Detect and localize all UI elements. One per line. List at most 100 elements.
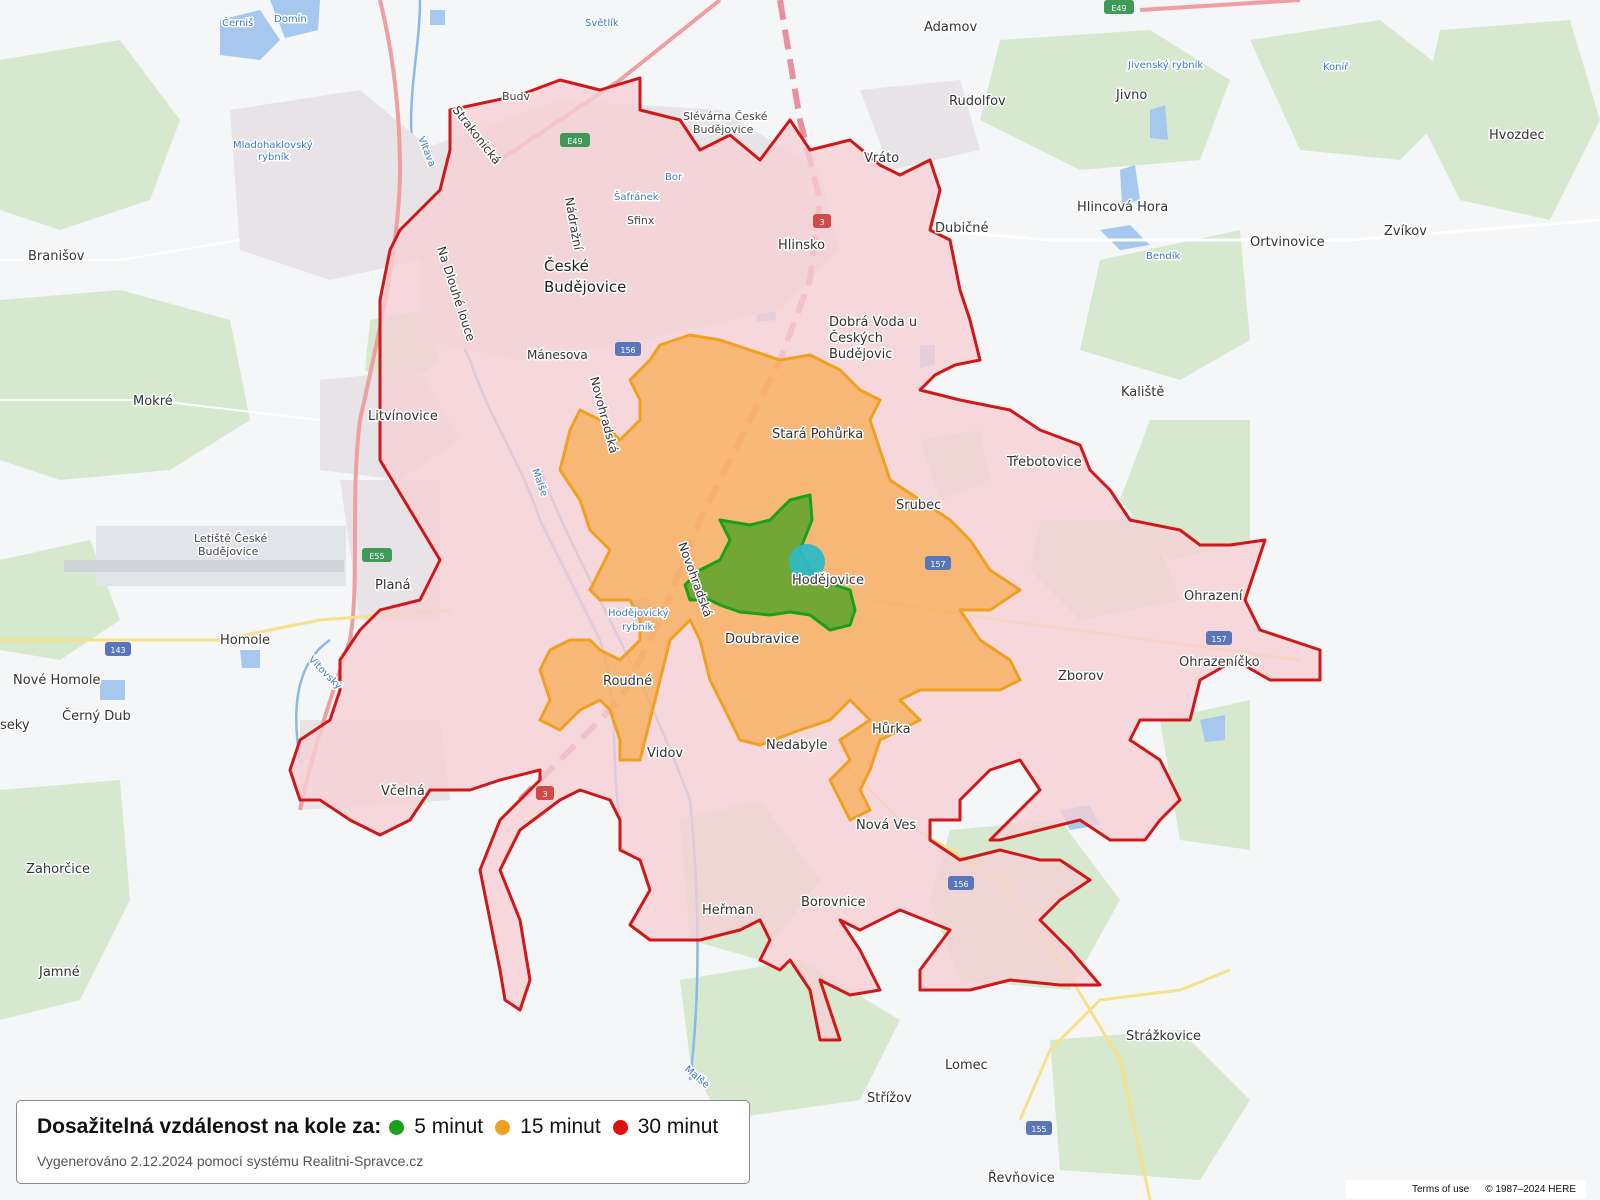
label-doubravice: Doubravice: [725, 632, 799, 647]
legend-dot-15min: [495, 1119, 511, 1135]
label-hodejovice: Hodějovice: [792, 573, 864, 588]
legend-footer: Vygenerováno 2.12.2024 pomocí systému Re…: [37, 1153, 424, 1169]
label-vidov: Vidov: [647, 746, 683, 761]
label-kaliste: Kaliště: [1121, 385, 1164, 400]
legend-dot-30min: [612, 1119, 628, 1135]
terms-of-use-link[interactable]: Terms of use: [1412, 1184, 1469, 1195]
label-ceske-budejovice: České: [544, 256, 589, 275]
label-lomec: Lomec: [945, 1058, 988, 1073]
label-cernis: Černiš: [222, 16, 253, 29]
legend-title: Dosažitelná vzdálenost na kole za:: [37, 1115, 382, 1138]
label-revnovice: Řevňovice: [988, 1170, 1055, 1186]
road-shield-156b: 156: [948, 876, 974, 890]
svg-text:E49: E49: [567, 137, 582, 146]
road-shield-3-top: 3: [813, 214, 831, 228]
label-bor: Bor: [665, 172, 683, 183]
svg-text:157: 157: [1211, 635, 1226, 644]
label-jamne: Jamné: [38, 965, 80, 980]
label-srubec: Srubec: [896, 498, 941, 513]
svg-text:3: 3: [542, 790, 547, 799]
label-ortvinovice: Ortvinovice: [1250, 235, 1325, 250]
label-litvinovice: Litvínovice: [368, 409, 438, 424]
label-ohrazenicko: Ohrazeníčko: [1179, 655, 1260, 670]
label-vrato: Vráto: [864, 151, 899, 166]
label-manesova: Mánesova: [527, 348, 588, 362]
legend-label-15min: 15 minut: [520, 1115, 601, 1138]
road-shield-e49-mid: E49: [560, 133, 590, 147]
label-roudne: Roudné: [603, 674, 652, 689]
label-safranek: Šafránek: [614, 190, 659, 203]
label-dobra-voda-2: Českých: [829, 330, 883, 346]
label-konir: Koníř: [1323, 61, 1349, 73]
label-jivensky-rybnik: Jivenský rybník: [1127, 59, 1203, 71]
label-stara-pohurka: Stará Pohůrka: [772, 427, 863, 442]
label-hodejovicky-2: rybník: [622, 621, 653, 633]
label-svetlik: Světlík: [585, 17, 619, 29]
label-hurka: Hůrka: [872, 722, 911, 737]
svg-text:155: 155: [1031, 1125, 1046, 1134]
label-strazkovice: Strážkovice: [1126, 1029, 1201, 1044]
label-dobra-voda-1: Dobrá Voda u: [829, 315, 917, 330]
label-ceske-budejovice-2: Budějovice: [544, 278, 626, 296]
svg-text:E55: E55: [369, 552, 384, 561]
label-seky: seky: [0, 718, 30, 733]
label-vcelna: Včelná: [381, 784, 425, 799]
svg-text:157: 157: [930, 560, 945, 569]
label-nedabyle: Nedabyle: [766, 738, 828, 753]
label-cerny-dub: Černý Dub: [62, 708, 131, 724]
label-hlinsko: Hlinsko: [778, 238, 825, 253]
legend-item-5min: 5 minut: [389, 1115, 483, 1139]
label-branisov: Branišov: [28, 249, 85, 264]
label-budvar: Budv: [502, 90, 531, 103]
label-slevarna-1: Slévárna České: [683, 110, 768, 123]
legend-dot-5min: [389, 1119, 405, 1135]
label-hodejovicky-1: Hodějovický: [608, 607, 669, 619]
road-shield-156: 156: [615, 342, 641, 356]
label-mladohaklovsky-1: Mladohaklovský: [233, 139, 313, 151]
label-letiste-1: Letiště České: [194, 532, 268, 545]
map-canvas[interactable]: E49 E49 3 3 156 157 157 E55 143 156 155 …: [0, 0, 1600, 1200]
road-shield-157b: 157: [1206, 631, 1232, 645]
label-dobra-voda-3: Budějovic: [829, 347, 892, 362]
road-shield-3-bottom: 3: [536, 786, 554, 800]
label-rudolfov: Rudolfov: [949, 94, 1006, 109]
road-shield-143: 143: [105, 642, 131, 656]
label-hvozdec: Hvozdec: [1489, 128, 1545, 143]
svg-text:E49: E49: [1111, 4, 1126, 13]
label-strizov: Střížov: [867, 1091, 912, 1106]
svg-text:143: 143: [110, 646, 125, 655]
svg-text:3: 3: [819, 218, 824, 227]
legend-box: Dosažitelná vzdálenost na kole za: 5 min…: [16, 1100, 750, 1184]
label-domin: Domín: [274, 13, 307, 25]
label-homole: Homole: [220, 633, 270, 648]
road-shield-e55: E55: [362, 548, 392, 562]
label-trebotovice: Třebotovice: [1006, 455, 1082, 470]
legend-label-30min: 30 minut: [637, 1115, 719, 1138]
map-attribution: Terms of use © 1987–2024 HERE: [1346, 1180, 1586, 1198]
legend-item-30min: 30 minut: [612, 1115, 719, 1139]
label-borovnice: Borovnice: [801, 895, 866, 910]
svg-text:156: 156: [620, 346, 635, 355]
label-zahorcice: Zahorčice: [26, 862, 90, 877]
label-zborov: Zborov: [1058, 669, 1104, 684]
label-hlincova-hora: Hlincová Hora: [1077, 200, 1168, 215]
label-zvikov: Zvíkov: [1384, 224, 1427, 239]
label-mladohaklovsky-2: rybník: [258, 151, 289, 163]
legend-row: Dosažitelná vzdálenost na kole za: 5 min…: [37, 1115, 729, 1139]
label-herman: Heřman: [702, 903, 754, 918]
label-dubicne: Dubičné: [935, 221, 989, 236]
svg-text:156: 156: [953, 880, 968, 889]
label-nove-homole: Nové Homole: [13, 673, 100, 688]
road-shield-157: 157: [925, 556, 951, 570]
copyright-text: © 1987–2024 HERE: [1485, 1183, 1576, 1195]
label-sfinx: Sfinx: [627, 214, 655, 227]
label-mokre: Mokré: [133, 394, 173, 409]
label-letiste-2: Budějovice: [198, 545, 259, 558]
road-shield-155: 155: [1026, 1121, 1052, 1135]
label-adamov: Adamov: [924, 20, 978, 35]
label-bendik: Bendík: [1146, 250, 1180, 262]
road-shield-e49-top: E49: [1104, 0, 1134, 14]
legend-label-5min: 5 minut: [414, 1115, 484, 1138]
label-plana: Planá: [375, 578, 411, 593]
label-slevarna-2: Budějovice: [693, 123, 754, 136]
